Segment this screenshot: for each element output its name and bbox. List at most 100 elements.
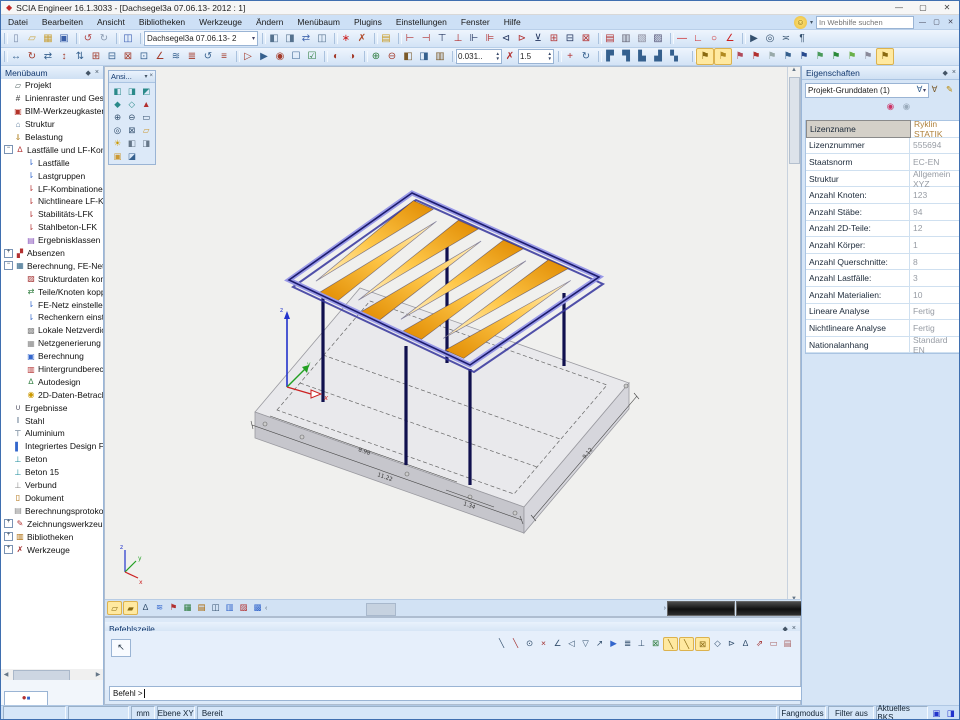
redo-icon[interactable]: ↻ [96, 31, 112, 46]
snap-triangle-icon[interactable]: ◁ [565, 637, 578, 649]
view-flag-icon-4[interactable]: ⚑ [748, 49, 764, 64]
render-checker-icon[interactable]: ▚ [666, 49, 682, 64]
rigid-arm-icon[interactable]: ⊫ [482, 31, 498, 46]
check-icon[interactable]: ⊻ [530, 31, 546, 46]
tree-item-strukturdaten-kontrollie[interactable]: ▨Strukturdaten kontrollie [1, 272, 103, 285]
zoom-selection-icon[interactable]: ⊠ [125, 124, 138, 136]
scroll-left-icon[interactable]: ‹ [265, 605, 267, 612]
tree-item-struktur[interactable]: ⌂Struktur [1, 118, 103, 131]
mirror-icon[interactable]: ⇄ [40, 49, 56, 64]
zoom-in-icon[interactable]: ⊕ [111, 111, 124, 123]
property-value[interactable]: Ryklin STATIK [911, 119, 959, 139]
tree-item-berechnungsprotokoll[interactable]: ▤Berechnungsprotokoll [1, 504, 103, 517]
ansicht-toolbar-header[interactable]: Ansi... ▾ × [109, 71, 155, 83]
property-label[interactable]: Anzahl Querschnitte: [806, 254, 910, 270]
layer-icon[interactable]: ☐ [288, 49, 304, 64]
render-corner1-icon[interactable]: ▛ [602, 49, 618, 64]
snap-ortho-icon[interactable]: ⊠ [695, 637, 710, 651]
property-label[interactable]: Anzahl Körper: [806, 237, 910, 253]
support-display-icon[interactable]: ◫ [209, 601, 222, 613]
snap-size-field[interactable]: 0.031.. ▲▼ [456, 49, 502, 64]
tree-item-projekt[interactable]: ▱Projekt [1, 79, 103, 92]
model-canvas[interactable]: 8.98 11.22 9.12 1.34 [105, 67, 790, 600]
surface-display-icon[interactable]: ▤ [195, 601, 208, 613]
grid-dot-icon[interactable]: ≣ [621, 637, 634, 649]
mdi-restore-button[interactable]: ▢ [931, 18, 942, 26]
tree-item-rechenkern-einstellen[interactable]: ⇂Rechenkern einstellen [1, 311, 103, 324]
zoom-detail-icon[interactable]: ◎ [762, 31, 778, 46]
line-icon[interactable]: — [674, 31, 690, 46]
control-icon[interactable]: ⊠ [578, 31, 594, 46]
tree-item-stahlbeton-lfk[interactable]: ⇂Stahlbeton-LFK [1, 221, 103, 234]
scroll-right-icon[interactable]: › [664, 605, 666, 612]
menu-item-bibliotheken[interactable]: Bibliotheken [132, 17, 192, 27]
gallery-icon[interactable]: ▥ [618, 31, 634, 46]
property-label[interactable]: Anzahl 2D-Teile: [806, 221, 910, 237]
close-panel-icon[interactable]: × [95, 69, 99, 77]
tree-item-teile-knoten-koppeln[interactable]: ⇄Teile/Knoten koppeln [1, 285, 103, 298]
extend-icon[interactable]: ⊡ [136, 49, 152, 64]
snap-edge-icon[interactable]: ⊳ [725, 637, 738, 649]
pair-view2-icon[interactable]: ◑ [344, 49, 360, 64]
table-input-icon[interactable]: ▤ [781, 637, 794, 649]
menu-item-hilfe[interactable]: Hilfe [497, 17, 528, 27]
tree-item-bim-werkzeugkasten[interactable]: ▣BIM-Werkzeugkasten [1, 105, 103, 118]
stretch-icon[interactable]: ↕ [56, 49, 72, 64]
angle-icon[interactable]: ∠ [722, 31, 738, 46]
scrollbar-thumb[interactable] [366, 603, 396, 616]
crossing-icon[interactable]: ⊲ [498, 31, 514, 46]
ucs-snap-icon[interactable]: ⊠ [649, 637, 662, 649]
select-arrow-icon[interactable]: ▶ [746, 31, 762, 46]
design-icon[interactable]: ⊳ [514, 31, 530, 46]
tree-item-hintergrundberechnung[interactable]: ▥Hintergrundberechnung [1, 363, 103, 376]
tree-item-aluminium[interactable]: ⊤Aluminium [1, 427, 103, 440]
viewport[interactable]: 8.98 11.22 9.12 1.34 [104, 66, 801, 617]
break-icon[interactable]: ≋ [168, 49, 184, 64]
view-flag-icon-3[interactable]: ⚑ [732, 49, 748, 64]
property-label[interactable]: Anzahl Stäbe: [806, 204, 910, 220]
cross-section-icon[interactable]: ⊢ [402, 31, 418, 46]
preview-icon[interactable]: ▧ [634, 31, 650, 46]
tree-item-ergebnisklassen[interactable]: ▤Ergebnisklassen [1, 234, 103, 247]
rotate-view-icon[interactable]: ↻ [578, 49, 594, 64]
render-settings-icon[interactable]: ◪ [125, 150, 138, 162]
report-icon[interactable]: ▤ [602, 31, 618, 46]
viewport-horizontal-scrollbar[interactable] [268, 603, 662, 614]
node-labels-icon[interactable]: ∆ [139, 601, 152, 613]
viewport-preview-2[interactable] [736, 601, 802, 616]
property-value[interactable]: Standard EN [910, 335, 959, 355]
property-value[interactable]: 1 [910, 240, 959, 250]
close-button[interactable]: ✕ [935, 3, 959, 12]
property-value[interactable]: 8 [910, 257, 959, 267]
spring-icon[interactable]: ⊥ [450, 31, 466, 46]
settings-display-icon[interactable]: ▩ [251, 601, 264, 613]
dimension-icon[interactable]: ∟ [690, 31, 706, 46]
snap-node-icon[interactable]: ◇ [711, 637, 724, 649]
view-flag-icon-5[interactable]: ⚑ [764, 49, 780, 64]
clipboard-icon[interactable]: ▤ [378, 31, 394, 46]
snap-line2-icon[interactable]: ╲ [509, 637, 522, 649]
view-flag-icon-11[interactable]: ⚑ [860, 49, 876, 64]
snap-angle-icon[interactable]: ∠ [551, 637, 564, 649]
zoom-window-icon[interactable]: ▭ [140, 111, 153, 123]
property-value[interactable]: 555694 [910, 140, 959, 150]
tree-item-linienraster-und-geschosse[interactable]: #Linienraster und Geschosse [1, 92, 103, 105]
previous-view-icon[interactable]: ▱ [140, 124, 153, 136]
property-value[interactable]: 10 [910, 290, 959, 300]
feedback-smiley-icon[interactable]: ☺ [794, 16, 807, 29]
viewport-preview-1[interactable] [667, 601, 735, 616]
menu-item-bearbeiten[interactable]: Bearbeiten [35, 17, 90, 27]
mesh-display-icon[interactable]: ▦ [181, 601, 194, 613]
results-display-icon[interactable]: ▥ [223, 601, 236, 613]
tree-item-verbund[interactable]: ⊥Verbund [1, 479, 103, 492]
select-prev-icon[interactable]: ◉ [272, 49, 288, 64]
snap-direction-icon[interactable]: ↗ [593, 637, 606, 649]
tree-item-stabilitäts-lfk[interactable]: ⇂Stabilitäts-LFK [1, 208, 103, 221]
rendered-mode-icon[interactable]: ▰ [123, 601, 138, 615]
export-icon[interactable]: ◫ [314, 31, 330, 46]
tree-item-werkzeuge[interactable]: +✗Werkzeuge [1, 543, 103, 556]
undo-icon[interactable]: ↺ [80, 31, 96, 46]
tree-expander-icon[interactable]: + [4, 249, 13, 258]
menu-item-werkzeuge[interactable]: Werkzeuge [192, 17, 249, 27]
snap-apply-icon[interactable]: ✗ [502, 49, 518, 64]
